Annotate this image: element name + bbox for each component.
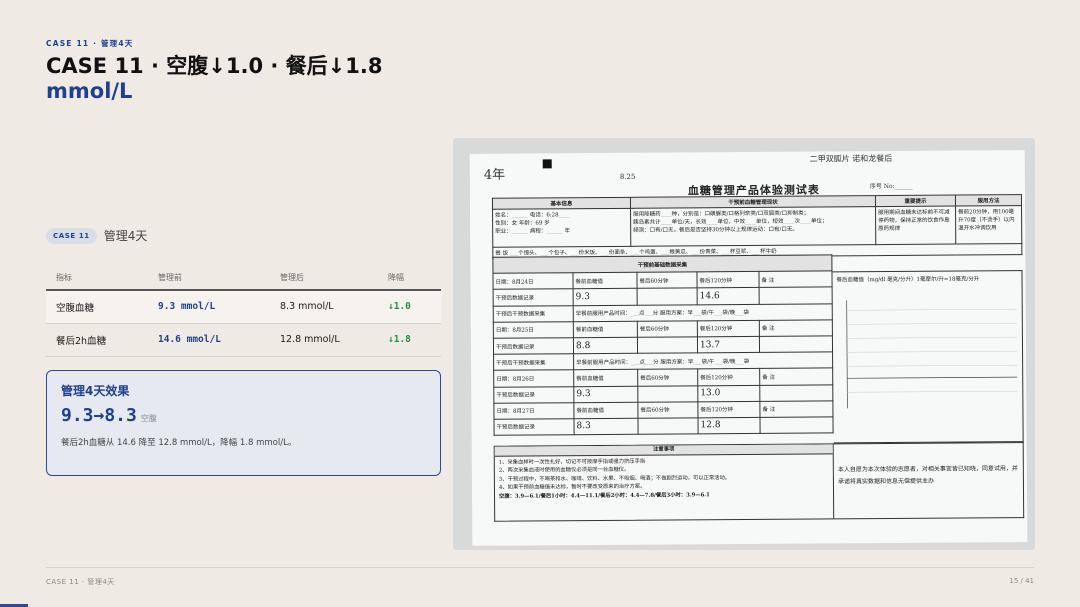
footer-divider bbox=[46, 567, 1034, 568]
basic-info: 姓名：______ 电话：6:28____ 性别：女 年龄：69 岁 职业：__… bbox=[492, 208, 631, 248]
sample-label: 干预后干预数据采集 bbox=[493, 305, 574, 323]
case-badge-label: 管理4天 bbox=[103, 229, 148, 243]
col-note: 备 注 bbox=[759, 400, 833, 418]
metric-name: 空腹血糖 bbox=[46, 290, 148, 324]
post-value: 12.8 bbox=[697, 417, 761, 434]
title-line-2: mmol/L bbox=[46, 79, 133, 103]
status-info: 服用降糖药____种，分别是：口磺脲类/口格列奈类/口双胍类/口抑制类； 胰岛素… bbox=[630, 206, 876, 247]
daily-data-grid: 干预前基础数据采集 日期：8月24日 餐前血糖值 餐后60分钟 餐后120分钟 … bbox=[492, 254, 834, 436]
drop-value: ↓1.0 bbox=[378, 290, 441, 324]
blank-chart-box: 餐后血糖值（mg/dl 毫克/分升）1毫摩尔/升=18毫克/分升 bbox=[832, 270, 1024, 444]
post-value: 13.7 bbox=[697, 336, 760, 353]
col-fasting: 餐前血糖值 bbox=[573, 369, 638, 387]
drop-value: ↓1.8 bbox=[378, 323, 441, 357]
col-note: 备 注 bbox=[759, 368, 833, 385]
col-fasting: 餐前血糖值 bbox=[573, 321, 638, 338]
title-line-1: CASE 11 · 空腹↓1.0 · 餐后↓1.8 bbox=[46, 54, 383, 78]
col-60: 餐后60分钟 bbox=[636, 272, 698, 289]
sample-value: 早餐前服用产品时间：___点___分 服用方案：早___袋/午___袋/晚___… bbox=[573, 352, 833, 371]
table-row: 空腹血糖 9.3 mmol/L 8.3 mmol/L ↓1.0 bbox=[46, 290, 441, 324]
day-date: 日期：8月25日 bbox=[493, 321, 574, 339]
serial-label: 序号 No:______ bbox=[869, 182, 913, 191]
effect-card: 管理4天效果 9.3→8.3 空腹 餐后2h血糖从 14.6 降至 12.8 mm… bbox=[46, 370, 441, 476]
table-row: 餐后2h血糖 14.6 mmol/L 12.8 mmol/L ↓1.8 bbox=[46, 323, 441, 357]
after-value: 8.3 mmol/L bbox=[270, 290, 378, 324]
effect-card-description: 餐后2h血糖从 14.6 降至 12.8 mmol/L，降幅 1.8 mmol/… bbox=[61, 438, 297, 448]
day-date: 日期：8月26日 bbox=[493, 370, 574, 387]
head-tips: 重要提示 bbox=[875, 195, 956, 207]
footer-left: CASE 11 · 管理4天 bbox=[46, 578, 115, 586]
col-120: 餐后120分钟 bbox=[697, 401, 760, 418]
sample-value: 早餐前服用产品时间：___点___分 服用方案：早___袋/午___袋/晚___… bbox=[573, 303, 833, 322]
notes-header: 注意事项 bbox=[494, 444, 833, 457]
record-label: 干预后数据记录 bbox=[493, 418, 575, 436]
form-header-grid: 基本信息 干预前血糖管理现状 重要提示 服用方法 姓名：______ 电话：6:… bbox=[492, 194, 1022, 259]
sample-label: 干预后干预数据采集 bbox=[493, 353, 574, 371]
col-metric: 指标 bbox=[46, 266, 148, 291]
col-before: 管理前 bbox=[148, 266, 270, 291]
effect-card-unit: 空腹 bbox=[140, 414, 157, 423]
post-value: 13.0 bbox=[697, 384, 760, 402]
handwriting-top-right: 二甲双胍片 诺和龙餐后 bbox=[809, 153, 893, 164]
col-fasting: 餐前血糖值 bbox=[573, 401, 638, 419]
col-after: 管理后 bbox=[270, 266, 378, 291]
tips-info: 服用期间血糖未达标前不可减停药物，保持正常的饮食作息原药规律 bbox=[875, 206, 956, 245]
fasting-value: 9.3 bbox=[573, 385, 638, 403]
comparison-table: 指标 管理前 管理后 降幅 空腹血糖 9.3 mmol/L 8.3 mmol/L… bbox=[46, 266, 441, 357]
method-info: 餐前20分钟，用100毫升70度（不烫手）以内温开水冲调饮用 bbox=[955, 205, 1022, 245]
notes-footer: 空腹：3.9—6.1/餐后1小时：4.4—11.1/餐后2小时：4.4—7.8/… bbox=[499, 491, 710, 500]
fasting-value: 8.8 bbox=[573, 337, 638, 354]
table-header-row: 指标 管理前 管理后 降幅 bbox=[46, 266, 441, 291]
effect-card-figure: 9.3→8.3 空腹 bbox=[61, 405, 426, 426]
record-label: 干预后数据记录 bbox=[493, 337, 574, 355]
metric-name: 餐后2h血糖 bbox=[46, 323, 148, 357]
after-value: 12.8 mmol/L bbox=[270, 323, 378, 357]
page-number: 15 / 41 bbox=[1009, 577, 1034, 585]
day-date: 日期：8月27日 bbox=[493, 402, 574, 420]
col-120: 餐后120分钟 bbox=[697, 368, 760, 386]
paper-sheet: 4年 8.25 二甲双胍片 诺和龙餐后 序号 No:______ 血糖管理产品体… bbox=[469, 150, 1028, 546]
col-60: 餐后60分钟 bbox=[637, 401, 698, 419]
black-marker bbox=[542, 159, 552, 169]
head-method: 服用方法 bbox=[955, 194, 1022, 207]
col-fasting: 餐前血糖值 bbox=[572, 272, 638, 290]
case-badge: CASE 11 bbox=[46, 227, 97, 244]
post-value: 14.6 bbox=[697, 287, 760, 305]
case-badge-row: CASE 11 管理4天 bbox=[46, 227, 147, 244]
day-date: 日期：8月24日 bbox=[492, 272, 574, 290]
before-value: 9.3 mmol/L bbox=[148, 290, 270, 324]
effect-card-value: 9.3→8.3 bbox=[61, 405, 137, 426]
consent-box: 本人自愿为本次体验的志愿者，对相关事宜皆已知晓，同意试用，并承诺将真实数据和信息… bbox=[833, 442, 1025, 520]
before-value: 14.6 mmol/L bbox=[148, 323, 270, 357]
notes-box: 注意事项 1、采集血样时一次性扎好，切记不可按摩手指或强力挤压手指 2、两次采集… bbox=[493, 443, 835, 522]
col-120: 餐后120分钟 bbox=[697, 320, 760, 337]
col-note: 备 注 bbox=[758, 271, 833, 288]
eyebrow: CASE 11 · 管理4天 bbox=[46, 39, 134, 48]
col-note: 备 注 bbox=[759, 319, 833, 337]
handwriting-date: 8.25 bbox=[619, 172, 636, 181]
record-label: 干预后数据记录 bbox=[493, 386, 574, 403]
chart-caption: 餐后血糖值（mg/dl 毫克/分升）1毫摩尔/升=18毫克/分升 bbox=[836, 276, 980, 284]
effect-card-title: 管理4天效果 bbox=[61, 384, 130, 398]
form-photo: 4年 8.25 二甲双胍片 诺和龙餐后 序号 No:______ 血糖管理产品体… bbox=[453, 138, 1035, 550]
col-60: 餐后60分钟 bbox=[637, 369, 698, 386]
blank-chart-grid bbox=[846, 300, 1018, 409]
handwriting-top-left: 4年 bbox=[483, 167, 506, 183]
col-120: 餐后120分钟 bbox=[696, 271, 760, 289]
fasting-value: 8.3 bbox=[573, 418, 639, 435]
col-60: 餐后60分钟 bbox=[637, 320, 698, 338]
record-label: 干预后数据记录 bbox=[493, 289, 574, 306]
fasting-value: 9.3 bbox=[573, 288, 638, 306]
page-title: CASE 11 · 空腹↓1.0 · 餐后↓1.8 mmol/L bbox=[46, 54, 382, 104]
col-drop: 降幅 bbox=[378, 266, 441, 291]
